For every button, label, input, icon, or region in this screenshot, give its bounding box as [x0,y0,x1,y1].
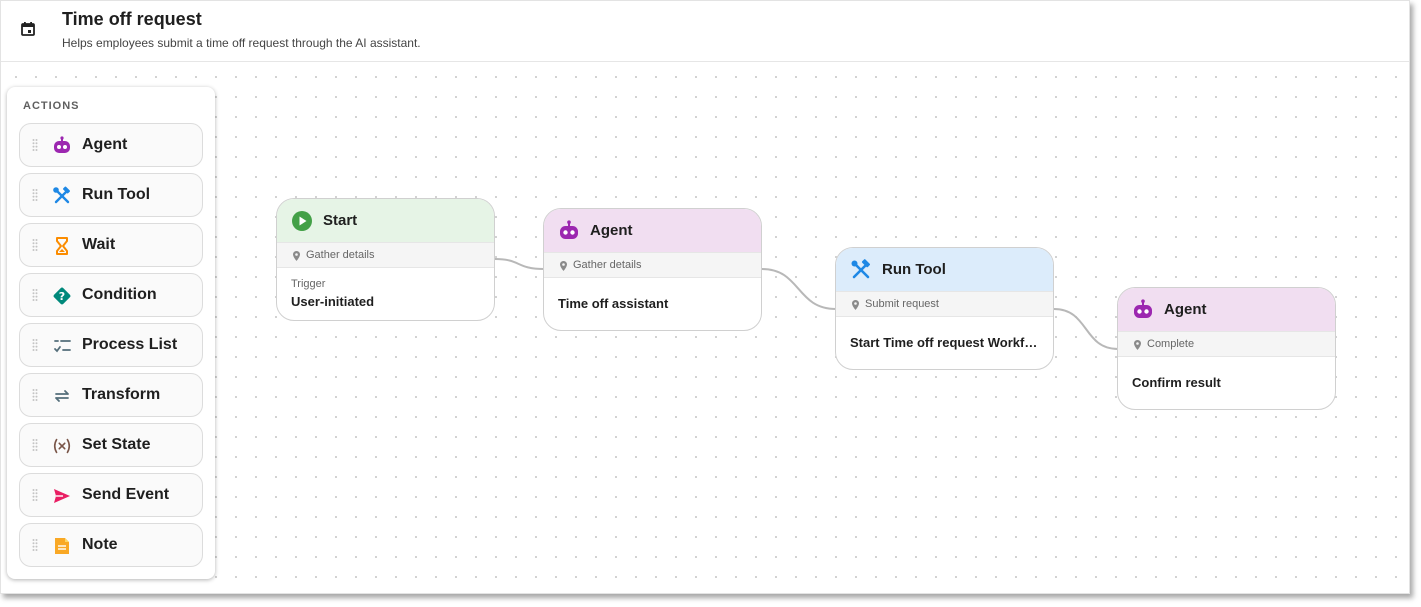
node-header: Agent [1118,288,1335,331]
palette-title: ACTIONS [23,100,80,112]
node-body: Start Time off request Workf… [836,317,1053,369]
drag-handle-icon[interactable] [32,538,38,552]
drag-handle-icon[interactable] [32,488,38,502]
node-subtitle-bar: Submit request [836,291,1053,317]
hourglass-icon [52,236,72,256]
page-header: Time off request Helps employees submit … [1,1,1409,62]
palette-item-wait[interactable]: Wait [19,223,203,267]
palette-item-agent[interactable]: Agent [19,123,203,167]
node-start[interactable]: Start Gather details Trigger User-initia… [276,198,495,321]
node-agent-complete[interactable]: Agent Complete Confirm result [1117,287,1336,410]
node-body: Trigger User-initiated [277,268,494,320]
node-run-tool[interactable]: Run Tool Submit request Start Time off r… [835,247,1054,370]
node-value: Confirm result [1132,375,1221,390]
location-pin-icon [1134,340,1141,350]
svg-text:?: ? [59,290,65,303]
drag-handle-icon[interactable] [32,338,38,352]
node-meta-label: Trigger [291,278,326,290]
node-title: Agent [1164,301,1207,318]
palette-item-set-state[interactable]: Set State [19,423,203,467]
palette-item-label: Condition [82,286,157,303]
palette-item-label: Transform [82,386,161,403]
node-subtitle-bar: Complete [1118,331,1335,357]
node-agent-gather[interactable]: Agent Gather details Time off assistant [543,208,762,331]
node-subtitle: Gather details [306,249,375,261]
node-header: Start [277,199,494,242]
actions-palette: ACTIONS Agent Run Tool Wait ? Condition … [7,87,215,579]
drag-handle-icon[interactable] [32,438,38,452]
node-header: Run Tool [836,248,1053,291]
node-value: Start Time off request Workf… [850,335,1038,350]
play-circle-icon [292,211,312,231]
node-subtitle-bar: Gather details [544,252,761,278]
palette-item-process-list[interactable]: Process List [19,323,203,367]
send-icon [52,486,72,506]
palette-item-label: Note [82,536,118,553]
node-body: Confirm result [1118,357,1335,409]
variable-icon [52,436,72,456]
diamond-question-icon: ? [52,286,72,306]
node-title: Start [323,212,358,229]
robot-icon [560,220,578,239]
tools-icon [52,186,72,206]
page-title: Time off request [62,9,202,29]
tools-icon [851,259,870,279]
robot-icon [52,136,72,156]
node-value: Time off assistant [558,296,669,311]
swap-arrows-icon [52,386,72,406]
node-subtitle: Complete [1147,338,1195,350]
location-pin-icon [852,300,859,310]
calendar-icon [21,22,35,36]
palette-item-label: Send Event [82,486,170,503]
palette-item-label: Wait [82,236,116,253]
node-subtitle: Submit request [865,298,939,310]
node-title: Run Tool [882,261,946,278]
palette-item-note[interactable]: Note [19,523,203,567]
palette-item-condition[interactable]: ? Condition [19,273,203,317]
checklist-icon [52,336,72,356]
drag-handle-icon[interactable] [32,238,38,252]
palette-item-run-tool[interactable]: Run Tool [19,173,203,217]
palette-item-label: Agent [82,136,128,153]
palette-item-send-event[interactable]: Send Event [19,473,203,517]
node-value: User-initiated [291,294,375,309]
node-header: Agent [544,209,761,252]
location-pin-icon [293,251,300,261]
location-pin-icon [560,261,567,271]
palette-item-transform[interactable]: Transform [19,373,203,417]
node-body: Time off assistant [544,278,761,330]
page-subtitle: Helps employees submit a time off reques… [62,36,421,50]
node-subtitle-bar: Gather details [277,242,494,268]
palette-item-label: Set State [82,436,151,453]
palette-item-label: Run Tool [82,186,151,203]
drag-handle-icon[interactable] [32,138,38,152]
drag-handle-icon[interactable] [32,188,38,202]
node-title: Agent [590,222,633,239]
note-icon [52,536,72,556]
palette-item-label: Process List [82,336,178,353]
drag-handle-icon[interactable] [32,388,38,402]
node-subtitle: Gather details [573,259,642,271]
drag-handle-icon[interactable] [32,288,38,302]
robot-icon [1134,299,1152,318]
workflow-editor: Time off request Helps employees submit … [0,0,1410,594]
